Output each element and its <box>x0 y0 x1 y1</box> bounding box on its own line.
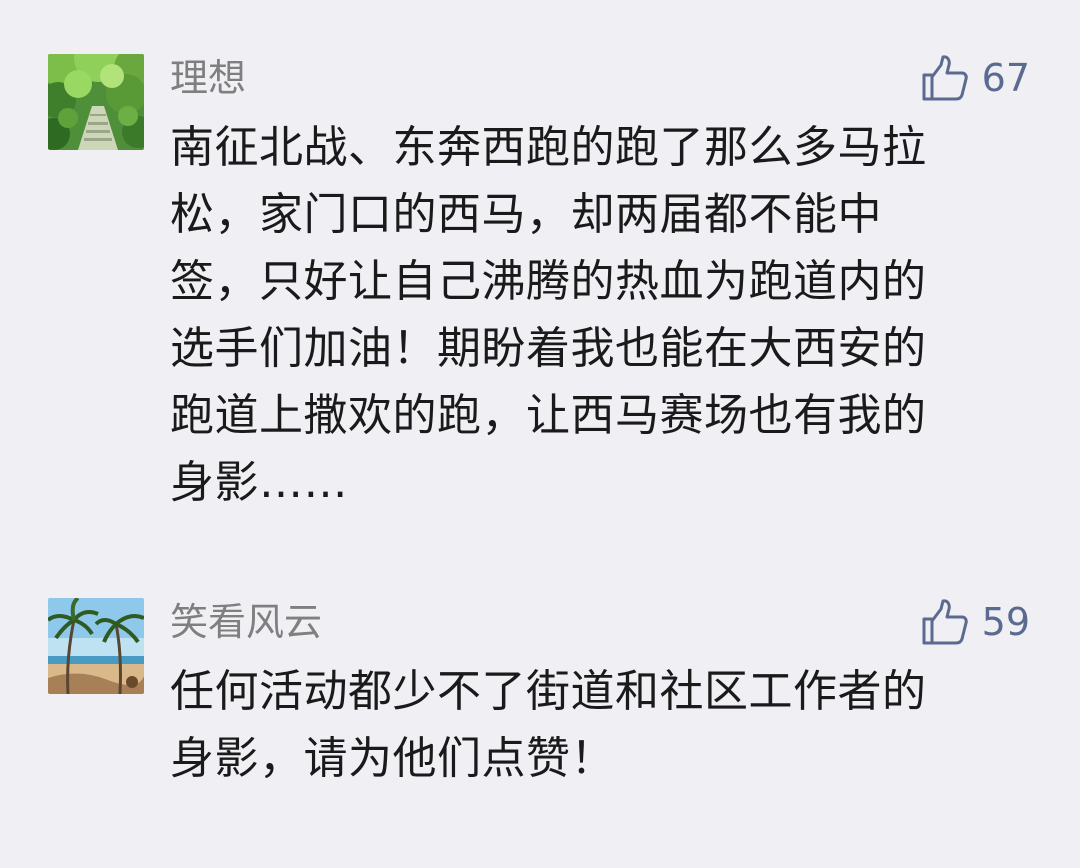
comment-text-line: 签，只好让自己沸腾的热血为跑道内的 <box>170 256 927 307</box>
forest-path-avatar[interactable] <box>48 54 144 150</box>
like-button[interactable]: 59 <box>920 596 1030 648</box>
like-count: 59 <box>981 600 1030 644</box>
comment-text-line: 身影…… <box>170 457 348 508</box>
thumbs-up-icon <box>922 55 968 101</box>
like-button[interactable]: 67 <box>920 52 1030 104</box>
comment-author[interactable]: 理想 <box>170 52 246 104</box>
comment-text-line: 任何活动都少不了街道和社区工作者的 <box>170 666 927 717</box>
comment-text: 任何活动都少不了街道和社区工作者的 身影，请为他们点赞！ <box>170 658 1030 792</box>
thumbs-up-icon <box>922 599 968 645</box>
beach-palm-icon <box>48 598 144 694</box>
comment-text-line: 选手们加油！期盼着我也能在大西安的 <box>170 323 927 374</box>
comment-text-line: 南征北战、东奔西跑的跑了那么多马拉 <box>170 122 927 173</box>
comment-author[interactable]: 笑看风云 <box>170 596 322 648</box>
forest-path-icon <box>48 54 144 150</box>
comment-text-line: 身影，请为他们点赞！ <box>170 733 615 784</box>
comments-page: 理想 67 南征北战、东奔西跑的跑了那么多马拉 松，家门口的西马，却两届都不能中… <box>0 0 1080 868</box>
comment-text-line: 松，家门口的西马，却两届都不能中 <box>170 189 882 240</box>
comment-text-line: 跑道上撒欢的跑，让西马赛场也有我的 <box>170 390 927 441</box>
like-count: 67 <box>981 56 1030 100</box>
beach-palm-avatar[interactable] <box>48 598 144 694</box>
comment-text: 南征北战、东奔西跑的跑了那么多马拉 松，家门口的西马，却两届都不能中 签，只好让… <box>170 114 1030 516</box>
